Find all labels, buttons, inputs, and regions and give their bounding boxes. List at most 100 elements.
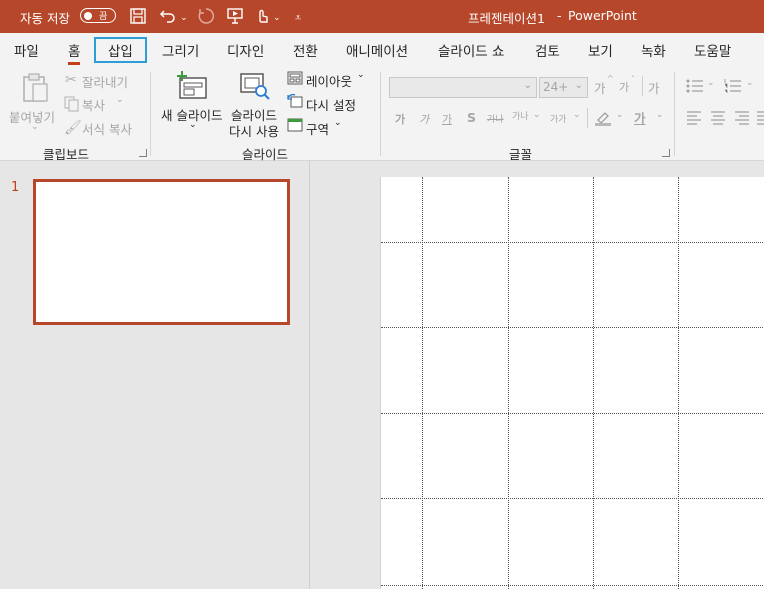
layout-icon[interactable] [287,71,303,89]
ribbon-tabs: 파일 홈 삽입 그리기 디자인 전환 애니메이션 슬라이드 쇼 검토 보기 녹화… [0,33,764,66]
gridline-horizontal [381,413,764,414]
pane-divider[interactable] [309,161,310,589]
layout-dropdown-icon[interactable]: ⌄ [357,70,365,80]
gridline-horizontal [381,585,764,586]
reuse-slides-icon[interactable] [239,72,271,106]
change-case-dropdown-icon[interactable]: ⌄ [573,110,581,120]
font-color-dropdown-icon[interactable]: ⌄ [656,110,664,120]
autosave-toggle[interactable]: 끔 [80,8,116,23]
reuse-slides-label-2[interactable]: 다시 사용 [229,121,279,140]
group-divider [674,72,675,156]
touch-dropdown-icon[interactable]: ⌄ [273,9,281,27]
align-left-icon[interactable] [686,111,702,129]
grow-font-caret-icon: ^ [607,74,614,83]
new-slide-dropdown-icon[interactable]: ⌄ [189,120,197,130]
highlight-dropdown-icon[interactable]: ⌄ [616,110,624,120]
font-name-combo[interactable]: ⌄ [389,77,537,98]
undo-dropdown-icon[interactable]: ⌄ [180,9,188,27]
paste-icon[interactable] [20,72,50,108]
app-name: PowerPoint [568,8,637,23]
font-size-combo[interactable]: 24+ ⌄ [539,77,588,98]
gridline-horizontal [381,242,764,243]
tab-file[interactable]: 파일 [14,40,39,60]
font-name-dropdown-icon[interactable]: ⌄ [524,80,532,91]
copy-icon[interactable] [64,96,80,116]
char-spacing-dropdown-icon[interactable]: ⌄ [533,110,541,120]
document-title: 프레젠테이션1 [468,11,545,26]
align-right-icon[interactable] [734,111,750,129]
strikethrough-button[interactable]: 가나 [487,112,504,125]
gridline-vertical [593,177,594,589]
font-divider [642,76,643,96]
title-bar: 자동 저장 끔 ⌄ ⌄ ⩡ 프레젠테이션1 - PowerPoint [0,0,764,33]
justify-icon[interactable] [756,111,764,129]
italic-button[interactable]: 가 [419,111,429,127]
format-painter-icon[interactable]: 🖌 [64,120,82,136]
cut-label[interactable]: 잘라내기 [82,72,128,91]
gridline-vertical [678,177,679,589]
group-divider [380,72,381,156]
tab-design[interactable]: 디자인 [227,40,264,60]
underline-button[interactable]: 가 [442,111,452,127]
undo-icon[interactable] [159,7,177,29]
numbering-icon[interactable] [724,78,742,98]
font-divider [587,108,588,128]
tab-transitions[interactable]: 전환 [293,40,318,60]
autosave-state: 끔 [99,12,108,22]
gridline-horizontal [381,498,764,499]
format-painter-label[interactable]: 서식 복사 [82,119,132,138]
tab-insert[interactable]: 삽입 [94,37,147,63]
tab-animations[interactable]: 애니메이션 [346,40,408,60]
tab-home[interactable]: 홈 [68,40,81,65]
tab-help[interactable]: 도움말 [694,40,731,60]
bullets-dropdown-icon[interactable]: ⌄ [707,78,715,88]
font-size-value: 24+ [543,80,569,94]
customize-toolbar-icon[interactable]: ⩡ [295,9,301,27]
shadow-button[interactable]: S [467,110,476,125]
slide-canvas[interactable] [380,177,764,589]
font-color-button[interactable]: 가 [634,108,646,127]
align-center-icon[interactable] [710,111,726,129]
highlight-icon[interactable] [594,110,612,130]
touch-mode-icon[interactable] [253,7,271,29]
ribbon: 붙여넣기 ⌄ ✂ 잘라내기 복사 ⌄ 🖌 서식 복사 클립보드 새 슬라이드 ⌄… [0,66,764,162]
shrink-font-caret-icon: ˇ [631,75,635,84]
bullets-icon[interactable] [686,78,704,98]
section-label[interactable]: 구역 [306,119,329,138]
group-divider [150,72,151,156]
tab-record[interactable]: 녹화 [641,40,666,60]
tab-slideshow[interactable]: 슬라이드 쇼 [438,40,504,60]
bold-button[interactable]: 가 [395,111,405,127]
clipboard-launcher-icon[interactable] [139,149,147,157]
redo-icon[interactable] [197,7,215,29]
reset-icon[interactable] [287,93,303,112]
font-size-dropdown-icon[interactable]: ⌄ [575,80,583,91]
cut-icon[interactable]: ✂ [65,72,77,88]
font-launcher-icon[interactable] [662,149,670,157]
toggle-knob [84,11,92,20]
tab-view[interactable]: 보기 [588,40,613,60]
layout-label[interactable]: 레이아웃 [306,71,352,90]
title-separator: - [557,8,562,23]
new-slide-icon[interactable] [174,70,208,104]
change-case-button[interactable]: 가가 [550,112,567,125]
copy-label[interactable]: 복사 [82,95,105,114]
tab-draw[interactable]: 그리기 [162,40,199,60]
numbering-dropdown-icon[interactable]: ⌄ [746,78,754,88]
slide-number: 1 [11,180,20,195]
shrink-font-button[interactable]: 가 [619,79,629,95]
save-icon[interactable] [129,7,147,29]
autosave-label: 자동 저장 [20,11,70,26]
section-icon[interactable] [287,118,303,136]
tab-review[interactable]: 검토 [535,40,560,60]
section-dropdown-icon[interactable]: ⌄ [334,118,342,128]
reset-label[interactable]: 다시 설정 [306,95,356,114]
grow-font-button[interactable]: 가 [594,78,606,97]
gridline-vertical [422,177,423,589]
slide-thumbnail[interactable] [33,179,290,325]
char-spacing-button[interactable]: 가나 [512,109,529,122]
paste-dropdown-icon[interactable]: ⌄ [31,122,39,132]
clear-format-button[interactable]: 가 [648,78,660,97]
copy-dropdown-icon[interactable]: ⌄ [116,95,124,105]
start-slideshow-icon[interactable] [226,7,244,29]
